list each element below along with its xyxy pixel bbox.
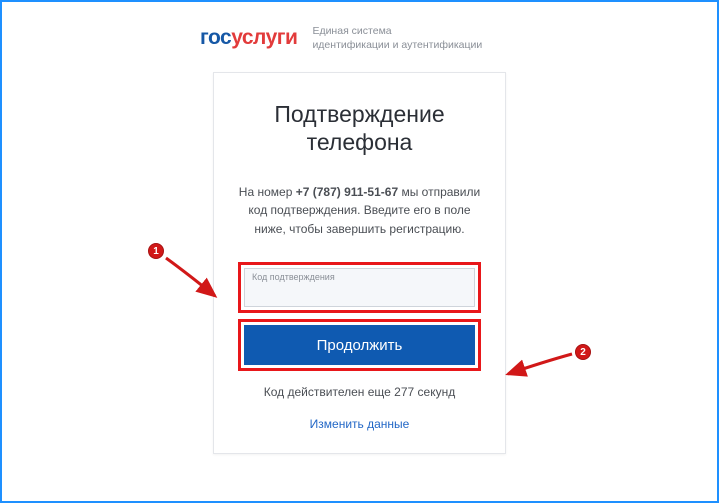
instruction-text: На номер +7 (787) 911-51-67 мы отправили… [238, 183, 481, 239]
timer-prefix: Код действителен еще [264, 385, 394, 399]
countdown-text: Код действителен еще 277 секунд [238, 385, 481, 399]
title-line1: Подтверждение [274, 101, 444, 127]
code-input-highlight: Код подтверждения [238, 262, 481, 313]
msg-prefix: На номер [239, 185, 296, 199]
title-line2: телефона [307, 129, 413, 155]
header: госуслуги Единая система идентификации и… [2, 2, 717, 52]
phone-number: +7 (787) 911-51-67 [296, 185, 398, 199]
annotation-badge-1: 1 [148, 243, 164, 259]
continue-button[interactable]: Продолжить [244, 325, 475, 365]
code-input-container[interactable]: Код подтверждения [244, 268, 475, 307]
annotation-badge-2: 2 [575, 344, 591, 360]
continue-button-highlight: Продолжить [238, 319, 481, 371]
logo: госуслуги [200, 26, 297, 50]
tagline: Единая система идентификации и аутентифи… [312, 24, 482, 52]
page-title: Подтверждение телефона [238, 101, 481, 156]
code-input[interactable] [252, 282, 467, 299]
timer-seconds: 277 [394, 385, 414, 399]
tagline-line1: Единая система [312, 24, 482, 38]
change-data-link[interactable]: Изменить данные [310, 417, 410, 431]
annotation-arrow-2 [498, 352, 578, 386]
logo-part2: услуги [231, 26, 297, 49]
verification-card: Подтверждение телефона На номер +7 (787)… [213, 72, 506, 454]
code-input-label: Код подтверждения [252, 272, 467, 282]
timer-suffix: секунд [414, 385, 455, 399]
tagline-line2: идентификации и аутентификации [312, 38, 482, 52]
logo-part1: гос [200, 26, 231, 49]
